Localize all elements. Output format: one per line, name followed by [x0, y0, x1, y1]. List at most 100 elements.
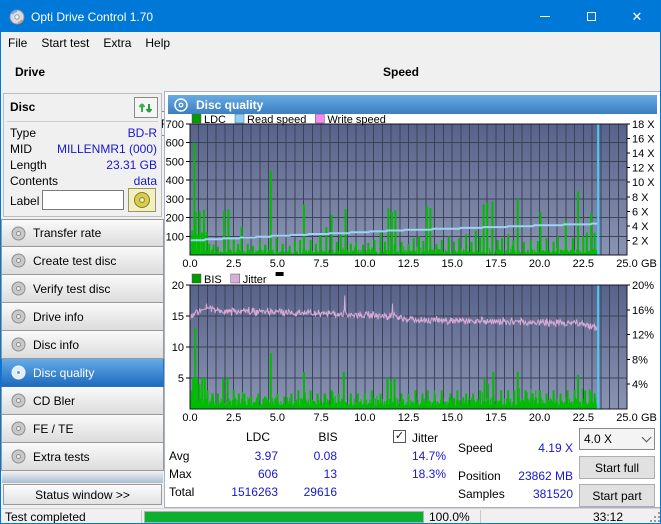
panel-title: Disc quality [196, 97, 264, 112]
disc-refresh-button[interactable] [134, 97, 158, 118]
test-speed-value: 4.0 X [584, 432, 613, 446]
svg-text:22.5: 22.5 [573, 412, 594, 424]
sidebar-item-label: Disc info [33, 337, 80, 352]
svg-text:15.0: 15.0 [441, 258, 462, 270]
statusbar: Test completed 100.0% 33:12 [1, 508, 660, 524]
svg-text:8 X: 8 X [632, 192, 649, 204]
svg-text:17.5: 17.5 [485, 258, 506, 270]
menu-item-start-test[interactable]: Start test [34, 34, 96, 52]
app-icon [9, 9, 25, 25]
sidebar-item-transfer-rate[interactable]: Transfer rate [1, 219, 164, 247]
close-button[interactable]: ✕ [614, 1, 660, 32]
start-part-button[interactable]: Start part [579, 484, 655, 507]
disc-label-input[interactable] [42, 190, 124, 210]
progress-percent: 100.0% [429, 510, 470, 524]
svg-text:25.0: 25.0 [616, 412, 637, 424]
samples-stat-value: 381520 [532, 487, 573, 501]
status-text: Test completed [5, 510, 86, 524]
svg-text:20: 20 [172, 280, 184, 292]
svg-text:400: 400 [166, 175, 184, 187]
progress-bar [144, 511, 424, 523]
start-part-label: Start part [592, 488, 642, 503]
sidebar-item-disc-quality[interactable]: Disc quality [1, 359, 164, 387]
svg-text:18 X: 18 X [632, 119, 655, 131]
disc-icon [174, 97, 188, 112]
menu-item-file[interactable]: File [1, 34, 34, 52]
menu-item-help[interactable]: Help [138, 34, 177, 52]
resize-grip[interactable] [650, 512, 660, 522]
speed-stat-value: 4.19 X [538, 441, 573, 455]
status-window-button[interactable]: Status window >> [3, 484, 162, 505]
svg-text:700: 700 [166, 119, 184, 131]
stats-avg-jitter: 14.7% [411, 449, 446, 463]
disc-panel: Disc Type BD-R MID MILLENMR1 (000) Lengt… [3, 93, 162, 217]
svg-text:600: 600 [166, 138, 184, 150]
sidebar-item-cd-bler[interactable]: CD Bler [1, 387, 164, 415]
speed-stat-label: Speed [458, 441, 493, 455]
menubar: File Start test Extra Help [1, 32, 660, 53]
jitter-checkbox[interactable]: ✓ [393, 430, 406, 443]
disc-type-label: Type [10, 126, 37, 140]
menu-item-extra[interactable]: Extra [96, 34, 138, 52]
stats-avg-bis: 0.08 [313, 449, 337, 463]
svg-text:4 X: 4 X [632, 221, 649, 233]
sidebar-item-create-test-disc[interactable]: Create test disc [1, 247, 164, 275]
disc-icon [11, 226, 26, 241]
chevron-down-icon [641, 432, 652, 443]
disc-contents-value: data [133, 174, 157, 188]
panel-header: Disc quality [168, 95, 657, 114]
svg-text:2.5: 2.5 [226, 412, 241, 424]
minimize-button[interactable] [522, 1, 568, 32]
disc-icon [11, 421, 26, 436]
sidebar-item-disc-info[interactable]: Disc info [1, 331, 164, 359]
svg-text:7.5: 7.5 [313, 412, 328, 424]
stats-row-label: Avg [169, 449, 190, 463]
svg-text:14 X: 14 X [632, 148, 655, 160]
disc-icon [133, 191, 151, 209]
elapsed-time: 33:12 [592, 510, 623, 524]
sidebar-item-extra-tests[interactable]: Extra tests [1, 443, 164, 471]
test-speed-select[interactable]: 4.0 X [579, 428, 655, 450]
svg-text:100: 100 [166, 231, 184, 243]
position-stat-value: 23862 MB [518, 469, 573, 483]
sidebar-item-fe-te[interactable]: FE / TE [1, 415, 164, 443]
refresh-icon [138, 100, 154, 116]
sidebar-item-verify-test-disc[interactable]: Verify test disc [1, 275, 164, 303]
svg-text:15.0: 15.0 [441, 412, 462, 424]
svg-text:25.0: 25.0 [616, 258, 637, 270]
stats-row-label: Max [169, 467, 192, 481]
sidebar-item-label: Disc quality [33, 365, 95, 380]
ldc-chart: 700 600 500 400 300 200 100 18 X 16 X 14 X 12 X 10 … [166, 114, 657, 270]
sidebar-item-label: Drive info [33, 309, 84, 324]
disc-type-value: BD-R [127, 126, 157, 140]
svg-text:12%: 12% [632, 330, 654, 342]
svg-text:Read speed: Read speed [247, 114, 306, 126]
disc-contents-label: Contents [10, 174, 59, 188]
disc-length-value: 23.31 GB [106, 158, 157, 172]
svg-text:GB: GB [641, 258, 657, 270]
statusbar-separator [480, 510, 481, 523]
stats-max-jitter: 18.3% [411, 467, 446, 481]
sidebar-item-label: Transfer rate [33, 226, 102, 240]
stats-header-bis: BIS [318, 430, 338, 444]
sidebar-item-drive-info[interactable]: Drive info [1, 303, 164, 331]
svg-text:22.5: 22.5 [573, 258, 594, 270]
svg-text:12.5: 12.5 [398, 258, 419, 270]
maximize-button[interactable] [568, 1, 614, 32]
svg-text:12.5: 12.5 [398, 412, 419, 424]
disc-mid-label: MID [10, 142, 32, 156]
disc-label-button[interactable] [128, 188, 156, 212]
svg-text:0.0: 0.0 [182, 412, 197, 424]
stats-header-ldc: LDC [245, 430, 270, 444]
svg-text:Jitter: Jitter [243, 274, 267, 286]
speed-label: Speed [383, 65, 420, 79]
sidebar-item-label: Extra tests [33, 449, 90, 464]
disc-mid-value: MILLENMR1 (000) [56, 142, 157, 156]
svg-text:300: 300 [166, 194, 184, 206]
stats-max-bis: 13 [323, 467, 337, 481]
stats-header-jitter: Jitter [412, 431, 439, 445]
svg-text:Write speed: Write speed [327, 114, 386, 126]
disc-label-label: Label [10, 194, 40, 208]
main-panel: Disc quality 700 600 500 400 300 200 100 18 X 16… [164, 91, 660, 508]
start-full-button[interactable]: Start full [579, 456, 655, 479]
